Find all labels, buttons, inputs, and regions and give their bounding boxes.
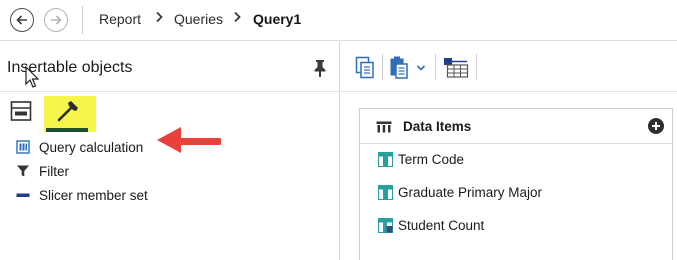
- list-item-query-calculation[interactable]: Query calculation: [16, 137, 143, 157]
- toolbar-divider: [382, 54, 383, 80]
- list-item-filter[interactable]: Filter: [16, 161, 69, 181]
- top-bar: Report Queries Query1: [0, 0, 677, 41]
- toolbox-tab[interactable]: [44, 96, 96, 132]
- annotation-arrow-icon: [157, 127, 221, 153]
- data-item-term-code[interactable]: Term Code: [378, 149, 464, 169]
- data-item-label: Graduate Primary Major: [398, 184, 543, 200]
- paste-icon: [390, 56, 408, 79]
- arrow-left-icon: [16, 15, 27, 25]
- insertable-objects-panel: Insertable objects Query calculation Fil…: [0, 42, 340, 260]
- attribute-icon: [378, 184, 393, 200]
- forward-button[interactable]: [44, 8, 68, 32]
- paste-button[interactable]: [388, 54, 410, 82]
- nav-divider: [82, 6, 83, 34]
- panel-header: Insertable objects: [0, 42, 339, 92]
- list-item-label: Slicer member set: [39, 187, 148, 203]
- query-calculation-icon: [16, 140, 34, 154]
- attribute-icon: [378, 151, 393, 167]
- breadcrumb-current: Query1: [253, 11, 302, 27]
- list-item-label: Query calculation: [39, 139, 144, 155]
- filter-icon: [16, 164, 34, 178]
- measure-icon: [378, 217, 393, 233]
- back-button[interactable]: [10, 8, 34, 32]
- data-items-icon: [376, 121, 392, 133]
- table-view-icon: [444, 58, 469, 78]
- toolbar-divider: [476, 54, 477, 80]
- paste-options-dropdown[interactable]: [414, 54, 428, 82]
- add-data-item-button[interactable]: [648, 118, 664, 134]
- chevron-down-icon: [416, 65, 426, 71]
- data-item-label: Term Code: [398, 151, 465, 167]
- copy-icon: [355, 56, 374, 79]
- data-item-label: Student Count: [398, 217, 485, 233]
- toolbar-divider: [435, 54, 436, 80]
- pin-icon[interactable]: [311, 58, 329, 78]
- breadcrumb-queries[interactable]: Queries: [174, 11, 223, 27]
- query-toolbar: [341, 42, 677, 92]
- data-source-tab-icon[interactable]: [10, 100, 32, 122]
- hammer-icon: [57, 101, 78, 122]
- list-item-label: Filter: [39, 163, 69, 179]
- data-items-header: Data Items: [360, 109, 672, 144]
- copy-button[interactable]: [354, 54, 376, 82]
- chevron-right-icon: [233, 11, 242, 26]
- active-tab-indicator: [46, 128, 88, 132]
- breadcrumb-report[interactable]: Report: [99, 11, 141, 27]
- data-item-student-count[interactable]: Student Count: [378, 215, 484, 235]
- data-items-panel: Data Items Term Code Graduate Primary Ma…: [359, 108, 673, 260]
- list-item-slicer-member-set[interactable]: Slicer member set: [16, 185, 148, 205]
- mouse-cursor-icon: [25, 66, 39, 88]
- slicer-member-set-icon: [16, 188, 34, 202]
- chevron-right-icon: [155, 11, 164, 26]
- view-data-button[interactable]: [443, 54, 469, 82]
- data-items-title: Data Items: [403, 119, 472, 134]
- data-item-graduate-primary-major[interactable]: Graduate Primary Major: [378, 182, 542, 202]
- arrow-right-icon: [51, 15, 62, 25]
